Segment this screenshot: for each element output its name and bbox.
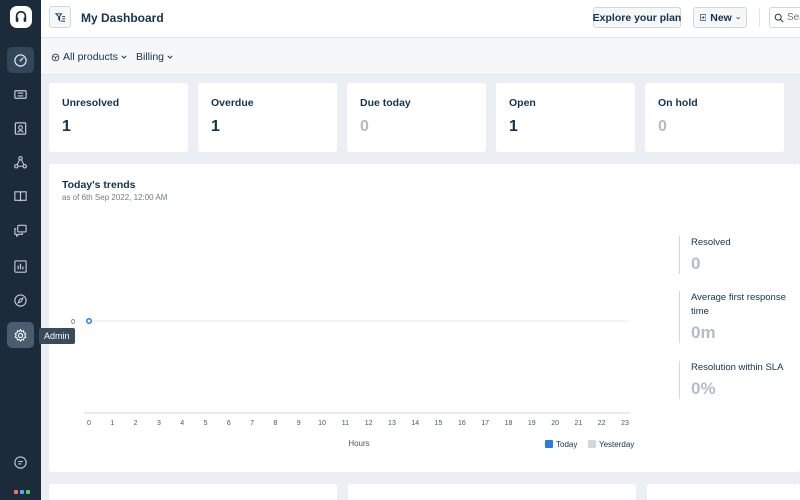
new-button[interactable]: New bbox=[693, 7, 747, 28]
new-button-label: New bbox=[710, 11, 732, 24]
knowledge-base-icon[interactable] bbox=[7, 183, 34, 209]
filter-bar: All products Billing bbox=[41, 38, 800, 75]
bottom-card bbox=[49, 484, 337, 500]
legend-swatch-today bbox=[545, 440, 553, 448]
x-tick-label: 6 bbox=[227, 420, 231, 427]
bottom-card bbox=[647, 484, 800, 500]
admin-gear-icon[interactable] bbox=[7, 322, 34, 348]
metric-value: 0m bbox=[691, 323, 716, 342]
contacts-icon[interactable] bbox=[7, 115, 34, 141]
x-tick-label: 8 bbox=[273, 420, 277, 427]
x-tick-label: 14 bbox=[411, 420, 419, 427]
x-tick-label: 0 bbox=[87, 420, 91, 427]
stat-card-unresolved[interactable]: Unresolved 1 bbox=[49, 83, 188, 152]
x-tick-label: 2 bbox=[134, 420, 138, 427]
x-tick-label: 5 bbox=[204, 420, 208, 427]
todays-trends-panel: Today's trends as of 6th Sep 2022, 12:00… bbox=[49, 164, 800, 472]
stat-card-on-hold[interactable]: On hold 0 bbox=[645, 83, 784, 152]
freshdesk-logo-icon[interactable] bbox=[10, 6, 32, 28]
x-tick-label: 15 bbox=[435, 420, 443, 427]
today-data-point bbox=[86, 318, 92, 324]
x-tick-label: 21 bbox=[574, 420, 582, 427]
groups-icon[interactable] bbox=[7, 149, 34, 175]
trends-line-chart: 00 1 2 3 4 5 6 7 8 9 10 11 12 13 14 15 16 17 18 19 20 21 22 23H… bbox=[71, 318, 634, 449]
discussions-icon[interactable] bbox=[7, 217, 34, 243]
x-tick-label: 13 bbox=[388, 420, 396, 427]
x-tick-label: 1 bbox=[110, 420, 114, 427]
legend-swatch-yesterday bbox=[588, 440, 596, 448]
metric-label: Resolved bbox=[691, 237, 731, 248]
sidebar: Admin bbox=[0, 0, 75, 500]
reports-icon[interactable] bbox=[7, 253, 34, 279]
x-tick-label: 9 bbox=[297, 420, 301, 427]
stat-card-overdue[interactable]: Overdue 1 bbox=[198, 83, 337, 152]
search-box[interactable] bbox=[769, 7, 800, 28]
legend-label-today: Today bbox=[556, 440, 577, 449]
page-title: My Dashboard bbox=[81, 11, 164, 25]
x-axis-label: Hours bbox=[348, 439, 369, 448]
x-tick-label: 19 bbox=[528, 420, 536, 427]
x-tick-label: 3 bbox=[157, 420, 161, 427]
x-tick-label: 4 bbox=[180, 420, 184, 427]
metric-first-response: Average first response time 0m bbox=[679, 291, 794, 343]
metric-label: Average first response time bbox=[691, 292, 786, 317]
x-tick-label: 20 bbox=[551, 420, 559, 427]
stat-card-open[interactable]: Open 1 bbox=[496, 83, 635, 152]
x-tick-label: 17 bbox=[481, 420, 489, 427]
filter-toggle-icon[interactable] bbox=[49, 6, 71, 28]
stat-card-label: Open bbox=[509, 97, 536, 109]
stat-card-value: 1 bbox=[211, 118, 220, 135]
products-cube-icon bbox=[51, 53, 60, 61]
stat-card-label: Overdue bbox=[211, 97, 254, 109]
x-tick-label: 10 bbox=[318, 420, 326, 427]
billing-label: Billing bbox=[136, 51, 165, 63]
billing-dropdown[interactable]: Billing bbox=[136, 51, 173, 63]
discover-icon[interactable] bbox=[7, 287, 34, 313]
dashboard-icon[interactable] bbox=[7, 47, 34, 73]
metric-sla: Resolution within SLA 0% bbox=[679, 361, 783, 399]
explore-plan-button[interactable]: Explore your plan bbox=[593, 7, 681, 28]
chevron-down-icon bbox=[167, 55, 173, 59]
x-tick-label: 12 bbox=[365, 420, 373, 427]
plus-square-icon bbox=[700, 14, 707, 21]
chevron-down-icon bbox=[121, 55, 127, 59]
x-tick-label: 22 bbox=[598, 420, 606, 427]
stat-card-label: Due today bbox=[360, 97, 411, 109]
chevron-down-icon bbox=[736, 16, 740, 19]
chat-icon[interactable] bbox=[7, 449, 34, 475]
bottom-card bbox=[348, 484, 636, 500]
stat-card-value: 1 bbox=[509, 118, 518, 135]
stat-card-due-today[interactable]: Due today 0 bbox=[347, 83, 486, 152]
x-tick-label: 23 bbox=[621, 420, 629, 427]
y-tick-label: 0 bbox=[71, 319, 75, 326]
apps-grid-icon[interactable] bbox=[14, 490, 30, 494]
metric-value: 0% bbox=[691, 379, 716, 398]
header-divider bbox=[759, 9, 760, 27]
metric-resolved: Resolved 0 bbox=[679, 236, 731, 274]
stat-card-value: 1 bbox=[62, 118, 71, 135]
search-input[interactable] bbox=[787, 12, 800, 23]
x-tick-label: 18 bbox=[505, 420, 513, 427]
x-tick-label: 16 bbox=[458, 420, 466, 427]
x-tick-label: 11 bbox=[342, 420, 349, 427]
metric-label: Resolution within SLA bbox=[691, 362, 784, 373]
x-tick-label: 7 bbox=[250, 420, 254, 427]
stat-card-value: 0 bbox=[658, 118, 667, 135]
admin-tooltip: Admin bbox=[39, 328, 75, 344]
stat-card-label: Unresolved bbox=[62, 97, 120, 109]
legend-label-yesterday: Yesterday bbox=[599, 440, 634, 449]
stat-card-value: 0 bbox=[360, 118, 369, 135]
search-icon bbox=[774, 13, 784, 23]
products-label: All products bbox=[63, 51, 118, 63]
top-header: My Dashboard Explore your plan New bbox=[41, 0, 800, 38]
stat-card-label: On hold bbox=[658, 97, 698, 109]
metric-value: 0 bbox=[691, 254, 701, 273]
products-dropdown[interactable]: All products bbox=[51, 51, 127, 63]
tickets-icon[interactable] bbox=[7, 81, 34, 107]
